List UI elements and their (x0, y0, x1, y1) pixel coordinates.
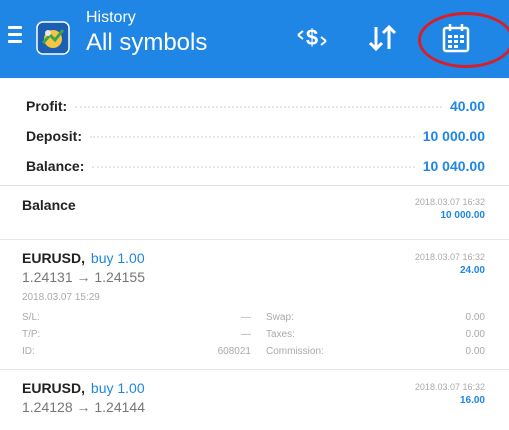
deposit-value: 10 000.00 (422, 128, 485, 144)
entry-amount: 24.00 (459, 265, 485, 276)
taxes-label: Taxes: (266, 329, 295, 340)
sl-value: — (241, 312, 251, 323)
leader-dots (75, 105, 442, 108)
entry-amount: 10 000.00 (440, 210, 486, 221)
menu-icon[interactable] (8, 26, 22, 43)
commission-label: Commission: (266, 346, 324, 357)
trade-prices: 1.24128 → 1.24144 (22, 399, 145, 415)
sort-button[interactable] (358, 16, 406, 60)
entry-date: 2018.03.07 16:32 (414, 252, 485, 262)
history-list: Balance 2018.03.07 16:32 10 000.00 EURUS… (0, 186, 509, 430)
deposit-row: Deposit: 10 000.00 (26, 124, 485, 148)
currency-filter-button[interactable]: $ (288, 16, 336, 60)
leader-dots (92, 165, 415, 168)
tp-label: T/P: (22, 329, 41, 340)
list-item[interactable]: EURUSD, buy 1.00 1.24131 → 1.24155 2018.… (0, 240, 509, 370)
swap-label: Swap: (266, 312, 294, 323)
taxes-value: 0.00 (465, 329, 485, 340)
svg-text:$: $ (306, 25, 318, 50)
deposit-label: Deposit: (26, 128, 82, 144)
entry-date: 2018.03.07 16:32 (414, 197, 485, 207)
header-title[interactable]: All symbols (86, 27, 207, 59)
title-block: History All symbols (86, 9, 207, 59)
commission-value: 0.00 (465, 346, 485, 357)
list-item[interactable]: Balance 2018.03.07 16:32 10 000.00 (0, 186, 509, 240)
trade-symbol-line: EURUSD, buy 1.00 (22, 380, 145, 396)
entry-title: Balance (22, 197, 76, 213)
leader-dots (90, 135, 415, 138)
trade-open-time: 2018.03.07 15:29 (22, 292, 100, 303)
highlight-annotation (418, 12, 509, 68)
swap-value: 0.00 (465, 312, 485, 323)
app-logo (36, 21, 70, 55)
top-app-bar: History All symbols $ (0, 0, 509, 78)
trade-side: buy 1.00 (90, 380, 145, 396)
id-value: 608021 (217, 346, 251, 357)
balance-value: 10 040.00 (422, 158, 485, 174)
header-subtitle: History (86, 9, 136, 26)
summary-panel: Profit: 40.00 Deposit: 10 000.00 Balance… (0, 78, 509, 186)
trade-prices: 1.24131 → 1.24155 (22, 269, 145, 285)
currency-filter-icon: $ (297, 25, 327, 50)
balance-label: Balance: (26, 158, 85, 174)
profit-value: 40.00 (449, 98, 485, 114)
profit-row: Profit: 40.00 (26, 94, 485, 118)
profit-label: Profit: (26, 98, 68, 114)
sl-label: S/L: (22, 312, 40, 323)
trade-symbol: EURUSD, (22, 380, 86, 396)
id-label: ID: (22, 346, 35, 357)
entry-date: 2018.03.07 16:32 (414, 382, 485, 392)
trade-symbol-line: EURUSD, buy 1.00 (22, 250, 145, 266)
tp-value: — (241, 329, 251, 340)
balance-row: Balance: 10 040.00 (26, 154, 485, 178)
trade-symbol: EURUSD, (22, 250, 86, 266)
trade-side: buy 1.00 (90, 250, 145, 266)
list-item[interactable]: EURUSD, buy 1.00 1.24128 → 1.24144 2018.… (0, 370, 509, 430)
sort-icon (368, 24, 397, 52)
